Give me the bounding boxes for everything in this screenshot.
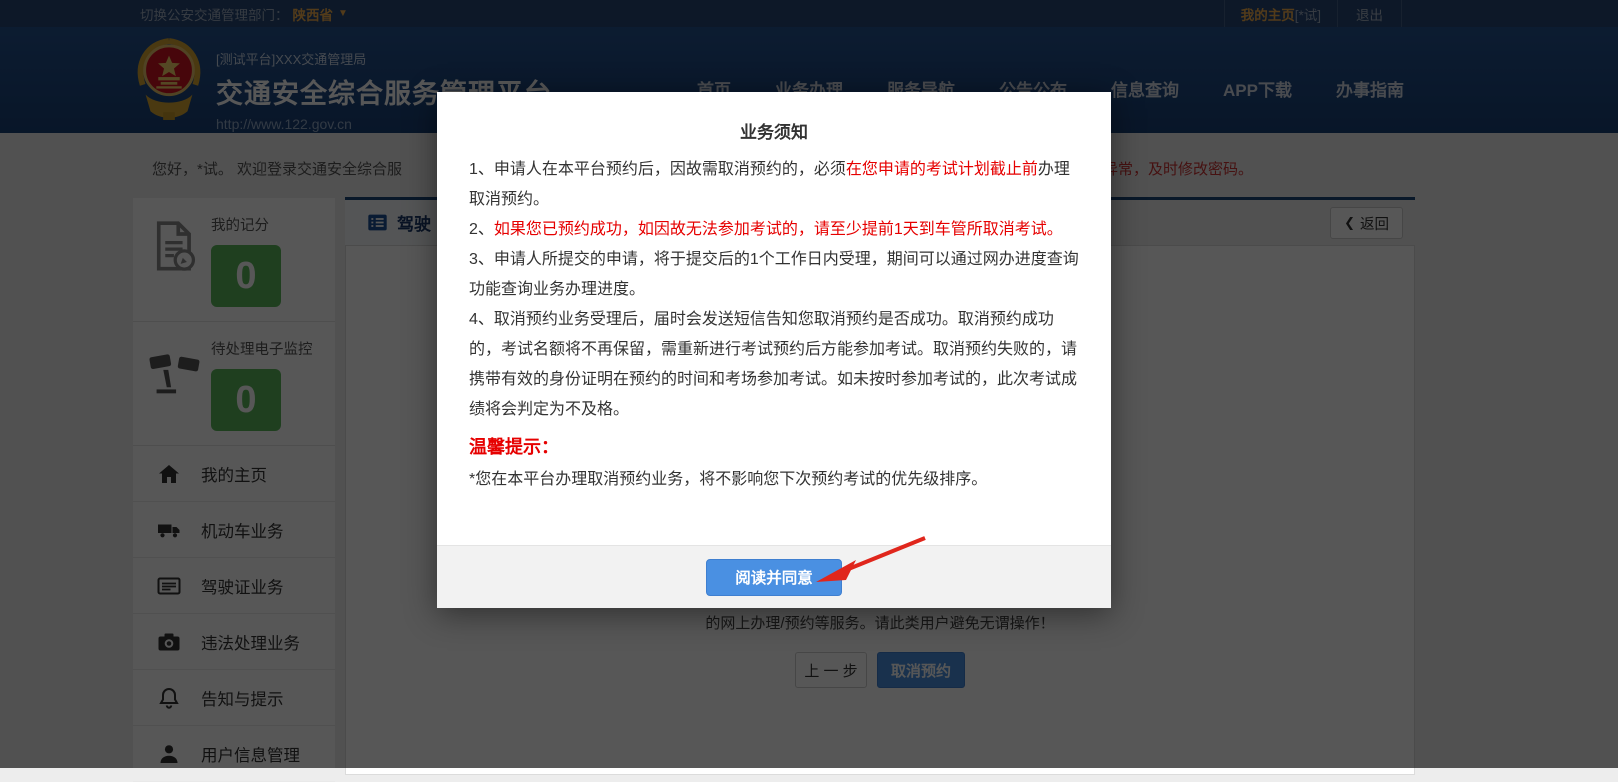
notice-paragraph: 3、申请人所提交的申请，将于提交后的1个工作日内受理，期间可以通过网办进度查询功… <box>469 245 1079 305</box>
notice-paragraph: 1、申请人在本平台预约后，因故需取消预约的，必须在您申请的考试计划截止前办理取消… <box>469 155 1079 215</box>
agree-button[interactable]: 阅读并同意 <box>706 558 842 596</box>
notice-text: 3、申请人所提交的申请，将于提交后的1个工作日内受理，期间可以通过网办进度查询功… <box>469 251 1079 298</box>
modal-body: 1、申请人在本平台预约后，因故需取消预约的，必须在您申请的考试计划截止前办理取消… <box>437 143 1111 495</box>
page: { "topbar": { "switch_label": "切换公安交通管理部… <box>0 0 1618 782</box>
tip-text: *您在本平台办理取消预约业务，将不影响您下次预约考试的优先级排序。 <box>469 471 988 488</box>
modal-footer: 阅读并同意 <box>437 545 1111 608</box>
business-notice-modal: 业务须知 1、申请人在本平台预约后，因故需取消预约的，必须在您申请的考试计划截止… <box>437 92 1111 608</box>
notice-paragraph: 2、如果您已预约成功，如因故无法参加考试的，请至少提前1天到车管所取消考试。 <box>469 215 1079 245</box>
notice-text: 1、申请人在本平台预约后，因故需取消预约的，必须 <box>469 161 846 178</box>
notice-paragraph: 4、取消预约业务受理后，届时会发送短信告知您取消预约是否成功。取消预约成功的，考… <box>469 305 1079 425</box>
modal-title: 业务须知 <box>740 123 808 142</box>
tip-heading: 温馨提示： <box>469 437 559 457</box>
notice-text-red: 如果您已预约成功，如因故无法参加考试的，请至少提前1天到车管所取消考试。 <box>493 221 1063 238</box>
notice-text: 4、取消预约业务受理后，届时会发送短信告知您取消预约是否成功。取消预约成功的，考… <box>469 311 1078 418</box>
notice-text-red: 在您申请的考试计划截止前 <box>845 161 1038 178</box>
notice-text: 2、 <box>469 221 494 238</box>
